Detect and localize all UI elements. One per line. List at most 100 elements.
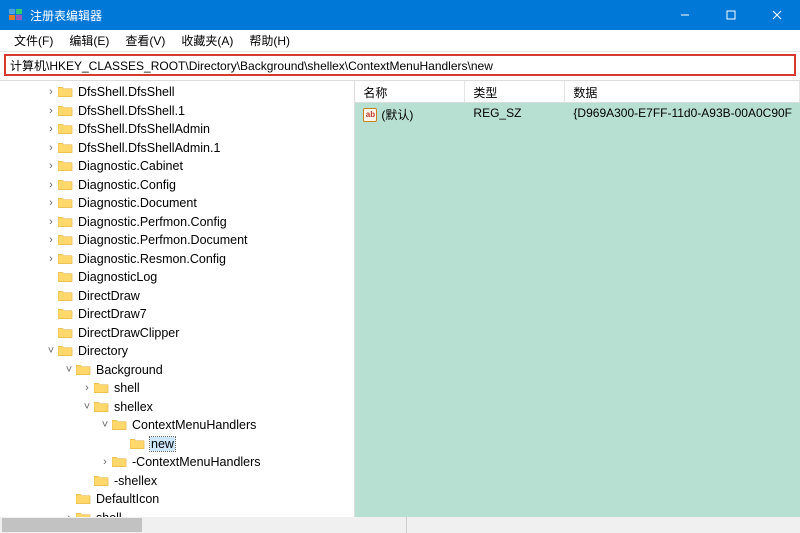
col-name[interactable]: 名称 <box>355 81 465 102</box>
folder-icon <box>94 474 110 488</box>
chevron-right-icon[interactable]: › <box>44 160 58 172</box>
tree-item-label: DiagnosticLog <box>78 270 157 284</box>
minimize-button[interactable] <box>662 0 708 30</box>
tree-item[interactable]: DirectDraw <box>0 287 354 306</box>
col-type[interactable]: 类型 <box>465 81 565 102</box>
tree-item-label: shell <box>114 381 140 395</box>
folder-icon <box>58 289 74 303</box>
tree-item-label: Diagnostic.Perfmon.Document <box>78 233 248 247</box>
tree-item[interactable]: DiagnosticLog <box>0 268 354 287</box>
menu-view[interactable]: 查看(V) <box>117 30 173 51</box>
chevron-right-icon[interactable]: › <box>44 179 58 191</box>
chevron-right-icon[interactable]: › <box>44 234 58 246</box>
folder-icon <box>58 344 74 358</box>
tree-item[interactable]: › Diagnostic.Resmon.Config <box>0 250 354 269</box>
chevron-down-icon[interactable]: ˅ <box>44 345 58 357</box>
tree-item-label: Directory <box>78 344 128 358</box>
folder-icon <box>76 492 92 506</box>
tree-item[interactable]: › shell <box>0 379 354 398</box>
chevron-right-icon[interactable]: › <box>44 253 58 265</box>
folder-icon <box>58 104 74 118</box>
tree-item[interactable]: ›DfsShell.DfsShellAdmin <box>0 120 354 139</box>
tree-item-label: -shellex <box>114 474 157 488</box>
chevron-right-icon[interactable]: › <box>98 456 112 468</box>
address-text: 计算机\HKEY_CLASSES_ROOT\Directory\Backgrou… <box>10 57 493 74</box>
horizontal-scrollbar[interactable] <box>0 517 800 533</box>
tree-item-label: DfsShell.DfsShellAdmin.1 <box>78 141 220 155</box>
tree-item-label: DfsShell.DfsShell.1 <box>78 104 185 118</box>
tree-item-label: Diagnostic.Cabinet <box>78 159 183 173</box>
column-headers: 名称 类型 数据 <box>355 81 800 103</box>
chevron-down-icon[interactable]: ˅ <box>98 419 112 431</box>
menu-edit[interactable]: 编辑(E) <box>61 30 117 51</box>
string-value-icon: ab <box>363 108 377 122</box>
tree-item[interactable]: ˅ Directory <box>0 342 354 361</box>
tree-item[interactable]: ˅ Background <box>0 361 354 380</box>
tree-item[interactable]: DirectDraw7 <box>0 305 354 324</box>
tree-item-label: DirectDraw <box>78 289 140 303</box>
folder-icon <box>58 307 74 321</box>
chevron-right-icon[interactable]: › <box>44 197 58 209</box>
tree-item[interactable]: › Diagnostic.Cabinet <box>0 157 354 176</box>
tree-item[interactable]: ›Diagnostic.Document <box>0 194 354 213</box>
folder-icon <box>58 141 74 155</box>
folder-icon <box>112 455 128 469</box>
app-icon <box>8 7 24 23</box>
tree-item[interactable]: › Diagnostic.Config <box>0 176 354 195</box>
maximize-button[interactable] <box>708 0 754 30</box>
tree-item[interactable]: › -ContextMenuHandlers <box>0 453 354 472</box>
address-bar[interactable]: 计算机\HKEY_CLASSES_ROOT\Directory\Backgrou… <box>4 54 796 76</box>
folder-icon <box>130 437 146 451</box>
window-title: 注册表编辑器 <box>30 7 662 24</box>
value-row[interactable]: ab(默认)REG_SZ{D969A300-E7FF-11d0-A93B-00A… <box>355 103 800 126</box>
tree-item-label: new <box>150 437 175 451</box>
folder-icon <box>58 85 74 99</box>
tree-item-label: shellex <box>114 400 153 414</box>
folder-icon <box>58 215 74 229</box>
menu-file[interactable]: 文件(F) <box>6 30 61 51</box>
chevron-right-icon[interactable]: › <box>44 105 58 117</box>
tree-item[interactable]: ˅ContextMenuHandlers <box>0 416 354 435</box>
tree-item[interactable]: -shellex <box>0 472 354 491</box>
tree-item-label: DefaultIcon <box>96 492 159 506</box>
scrollbar-thumb[interactable] <box>2 518 142 532</box>
tree-item[interactable]: DefaultIcon <box>0 490 354 509</box>
chevron-down-icon[interactable]: ˅ <box>62 364 76 376</box>
value-name: (默认) <box>381 106 413 123</box>
folder-icon <box>112 418 128 432</box>
chevron-right-icon[interactable]: › <box>44 142 58 154</box>
tree-item-label: DfsShell.DfsShell <box>78 85 175 99</box>
folder-icon <box>58 326 74 340</box>
chevron-right-icon[interactable]: › <box>80 382 94 394</box>
folder-icon <box>76 363 92 377</box>
folder-icon <box>58 233 74 247</box>
tree-item[interactable]: › DfsShell.DfsShellAdmin.1 <box>0 139 354 158</box>
col-data[interactable]: 数据 <box>565 81 800 102</box>
tree-item-label: Diagnostic.Resmon.Config <box>78 252 226 266</box>
chevron-right-icon[interactable]: › <box>44 216 58 228</box>
tree-item-label: Diagnostic.Perfmon.Config <box>78 215 227 229</box>
chevron-right-icon[interactable]: › <box>44 123 58 135</box>
tree-item[interactable]: DirectDrawClipper <box>0 324 354 343</box>
tree-panel[interactable]: ›DfsShell.DfsShell›DfsShell.DfsShell.1›D… <box>0 81 355 527</box>
tree-item[interactable]: › Diagnostic.Perfmon.Document <box>0 231 354 250</box>
value-type: REG_SZ <box>465 106 565 123</box>
menu-favorites[interactable]: 收藏夹(A) <box>173 30 241 51</box>
folder-icon <box>94 400 110 414</box>
tree-item-label: Diagnostic.Config <box>78 178 176 192</box>
tree-item[interactable]: › Diagnostic.Perfmon.Config <box>0 213 354 232</box>
tree-item-label: -ContextMenuHandlers <box>132 455 261 469</box>
folder-icon <box>58 252 74 266</box>
chevron-right-icon[interactable]: › <box>44 86 58 98</box>
tree-item[interactable]: new <box>0 435 354 454</box>
close-button[interactable] <box>754 0 800 30</box>
tree-item[interactable]: › DfsShell.DfsShell.1 <box>0 102 354 121</box>
menu-help[interactable]: 帮助(H) <box>241 30 298 51</box>
folder-icon <box>58 159 74 173</box>
menu-bar: 文件(F) 编辑(E) 查看(V) 收藏夹(A) 帮助(H) <box>0 30 800 52</box>
tree-item-label: Background <box>96 363 163 377</box>
folder-icon <box>58 196 74 210</box>
chevron-down-icon[interactable]: ˅ <box>80 401 94 413</box>
tree-item[interactable]: › DfsShell.DfsShell <box>0 83 354 102</box>
tree-item[interactable]: ˅ shellex <box>0 398 354 417</box>
